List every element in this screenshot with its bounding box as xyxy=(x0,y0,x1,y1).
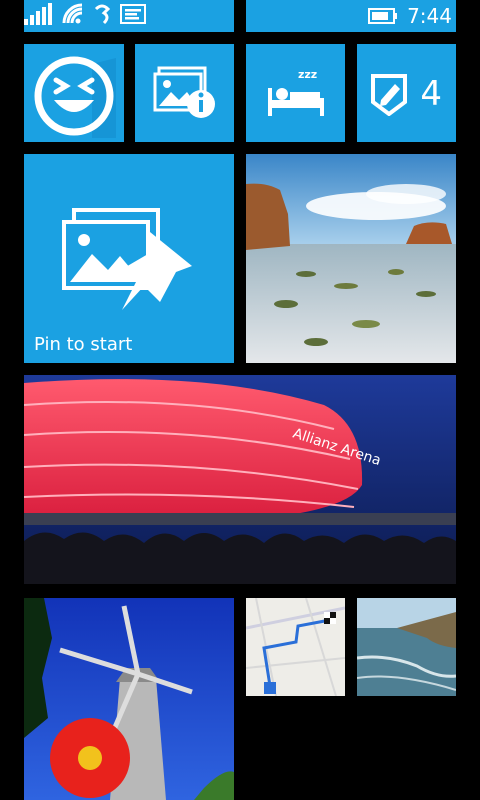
coastline-photo-tile[interactable] xyxy=(357,598,456,696)
pencil-shield-icon xyxy=(369,72,409,120)
photo-info-tile[interactable] xyxy=(135,44,234,142)
sleep-tile[interactable]: zzz xyxy=(246,44,345,142)
clock-time: 7:44 xyxy=(407,4,452,28)
stadium-photo-tile[interactable]: Allianz Arena xyxy=(24,375,456,584)
stadium-photo: Allianz Arena xyxy=(24,375,456,584)
battery-icon xyxy=(368,8,398,28)
pin-to-start-tile[interactable]: Pin to start xyxy=(24,154,234,363)
windmill-photo xyxy=(24,598,234,800)
pin-to-start-label: Pin to start xyxy=(34,334,133,355)
data-sync-icon xyxy=(92,3,112,29)
map-preview xyxy=(246,598,345,696)
message-icon xyxy=(120,4,146,28)
signal-bars-icon xyxy=(24,3,54,29)
sleep-bed-icon: zzz xyxy=(264,64,328,124)
notes-count-badge: 4 xyxy=(420,74,442,114)
status-bar-right: 7:44 xyxy=(246,0,456,32)
laughing-face-icon xyxy=(32,54,124,142)
wifi-icon xyxy=(62,3,84,29)
coast-photo xyxy=(246,154,456,363)
photo-info-icon xyxy=(153,66,219,124)
windmill-photo-tile[interactable] xyxy=(24,598,234,800)
status-bar-left xyxy=(24,0,234,32)
map-tile[interactable] xyxy=(246,598,345,696)
coast-photo-tile[interactable] xyxy=(246,154,456,363)
svg-text:zzz: zzz xyxy=(298,68,317,81)
coastline-photo xyxy=(357,598,456,696)
notes-tile[interactable]: 4 xyxy=(357,44,456,142)
emoji-tile[interactable] xyxy=(24,44,124,142)
photo-pin-icon xyxy=(62,206,198,318)
